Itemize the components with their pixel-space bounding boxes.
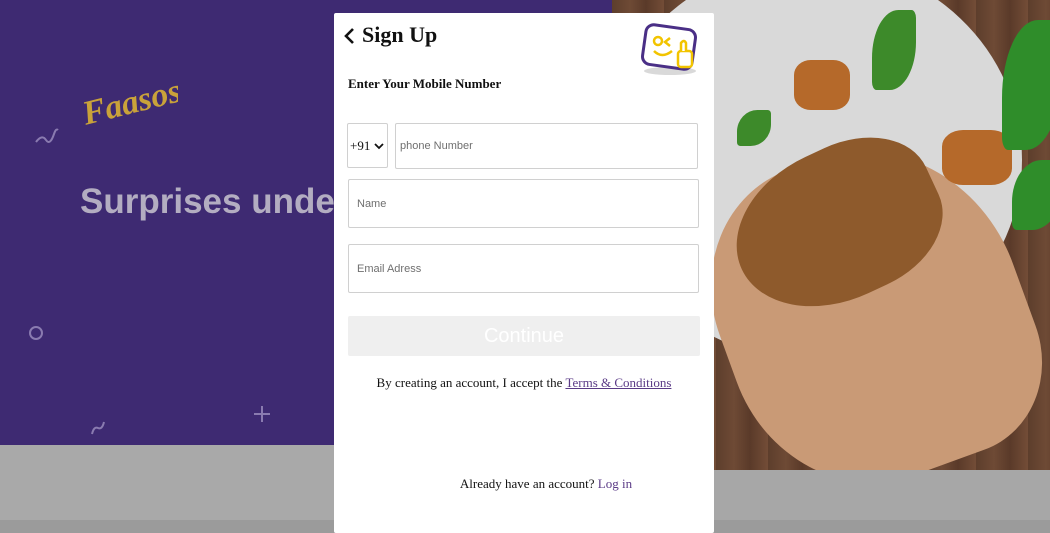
login-text: Already have an account? Log in bbox=[334, 476, 682, 492]
terms-text: By creating an account, I accept the Ter… bbox=[334, 375, 714, 391]
squiggle-small-decoration-icon bbox=[91, 421, 105, 435]
svg-text:Faasos: Faasos bbox=[78, 74, 178, 130]
terms-and-conditions-link[interactable]: Terms & Conditions bbox=[565, 375, 671, 390]
phone-number-input[interactable] bbox=[395, 123, 698, 169]
signup-modal: Sign Up Enter Your Mobile Number +91 Con… bbox=[334, 13, 714, 533]
hero-headline: Surprises unde bbox=[80, 182, 335, 221]
login-link[interactable]: Log in bbox=[598, 476, 632, 491]
circle-decoration-icon bbox=[29, 326, 43, 340]
login-prefix: Already have an account? bbox=[459, 476, 598, 491]
mobile-number-heading: Enter Your Mobile Number bbox=[348, 76, 502, 91]
plus-decoration-icon bbox=[254, 406, 270, 422]
continue-button[interactable]: Continue bbox=[348, 316, 700, 356]
terms-prefix: By creating an account, I accept the bbox=[376, 375, 566, 390]
winking-thumbs-up-icon bbox=[640, 23, 698, 75]
faasos-logo: Faasos bbox=[78, 74, 178, 130]
page-title: Sign Up bbox=[362, 22, 438, 47]
country-code-select[interactable]: +91 bbox=[347, 123, 388, 168]
chevron-down-icon bbox=[374, 142, 384, 149]
country-code-value: +91 bbox=[350, 137, 371, 153]
email-input[interactable] bbox=[348, 244, 699, 293]
squiggle-decoration-icon bbox=[35, 128, 59, 143]
chevron-left-icon[interactable] bbox=[342, 26, 358, 46]
name-input[interactable] bbox=[348, 179, 699, 228]
